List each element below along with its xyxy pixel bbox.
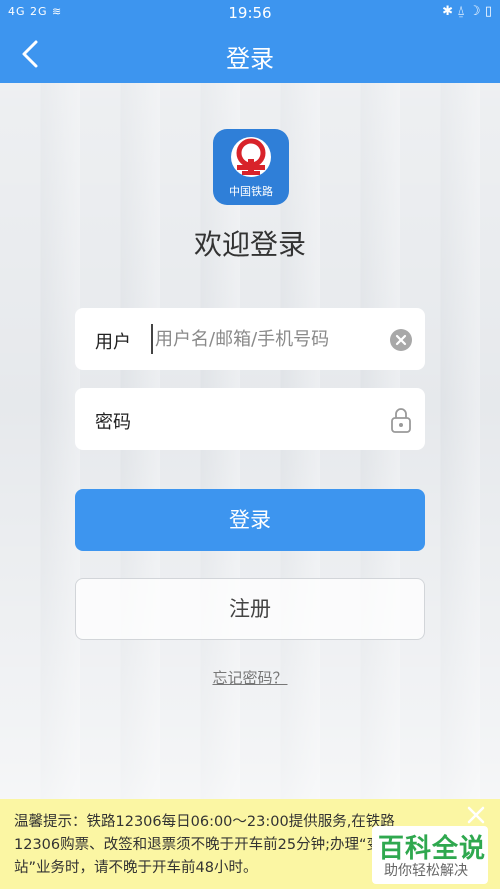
status-bar: 4G 2G ≋ 19:56 ✱ ⍙ ☽ ▯ xyxy=(0,0,500,26)
username-input[interactable] xyxy=(151,324,381,354)
railway-emblem-icon xyxy=(231,137,271,177)
welcome-heading: 欢迎登录 xyxy=(193,228,306,261)
nav-bar: 登录 xyxy=(0,26,500,83)
forgot-password-link[interactable]: 忘记密码？ xyxy=(0,667,500,688)
clear-icon[interactable] xyxy=(390,329,412,351)
password-input[interactable] xyxy=(151,404,381,434)
username-label: 用户 xyxy=(95,332,131,353)
status-icons: ✱ ⍙ ☽ ▯ xyxy=(442,4,492,19)
close-icon[interactable] xyxy=(466,805,486,825)
password-label: 密码 xyxy=(95,412,131,433)
notice-text: 温馨提示：铁路12306每日06:00～23:00提供服务,在铁路12306购票… xyxy=(14,814,410,876)
login-button[interactable]: 登录 xyxy=(75,489,425,551)
app-logo: 中国铁路 xyxy=(213,129,289,205)
status-time: 19:56 xyxy=(228,4,272,22)
page-title: 登录 xyxy=(226,45,274,73)
watermark-sub: 助你轻松解决 xyxy=(384,863,468,879)
watermark-logo: 百科全说 助你轻松解决 xyxy=(372,826,488,884)
logo-text: 中国铁路 xyxy=(229,185,273,198)
register-button[interactable]: 注册 xyxy=(75,578,425,640)
username-field[interactable]: 用户 xyxy=(75,308,425,370)
password-field[interactable]: 密码 xyxy=(75,388,425,450)
lock-icon xyxy=(391,408,411,433)
